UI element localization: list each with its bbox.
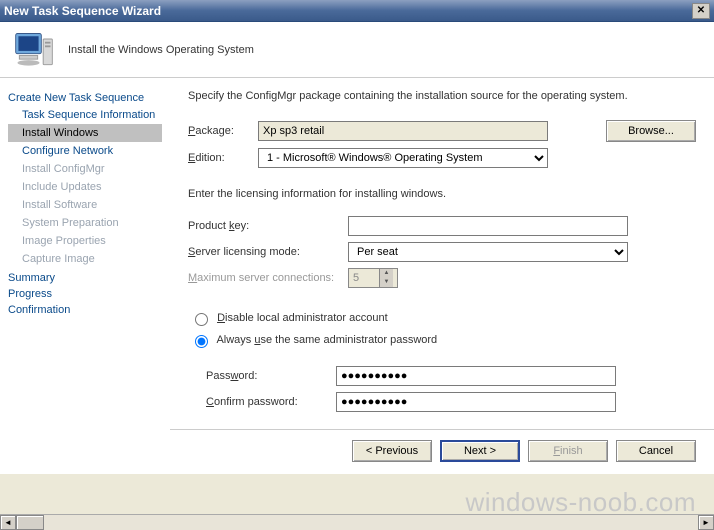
close-button[interactable]: ✕ bbox=[692, 3, 710, 19]
window-title: New Task Sequence Wizard bbox=[4, 4, 692, 18]
close-icon: ✕ bbox=[697, 5, 705, 16]
sidebar-step-install-software[interactable]: Install Software bbox=[8, 196, 162, 214]
sidebar-item-summary[interactable]: Summary bbox=[8, 272, 162, 284]
product-key-field[interactable] bbox=[348, 216, 628, 236]
wizard-sidebar: Create New Task Sequence Task Sequence I… bbox=[0, 78, 170, 474]
package-field[interactable] bbox=[258, 121, 548, 141]
password-field[interactable] bbox=[336, 366, 616, 386]
wizard-button-row: < Previous Next > Finish Cancel bbox=[170, 429, 714, 474]
max-server-connections-stepper: ▲ ▼ bbox=[348, 268, 398, 288]
scroll-left-arrow-icon[interactable]: ◄ bbox=[0, 515, 16, 530]
sidebar-item-confirmation[interactable]: Confirmation bbox=[8, 304, 162, 316]
disable-local-admin-radio[interactable] bbox=[195, 313, 208, 326]
title-bar: New Task Sequence Wizard ✕ bbox=[0, 0, 714, 22]
same-admin-password-label: Always use the same administrator passwo… bbox=[216, 334, 437, 346]
max-server-connections-label: Maximum server connections: bbox=[188, 272, 348, 284]
scroll-right-arrow-icon[interactable]: ► bbox=[698, 515, 714, 530]
instruction-text: Specify the ConfigMgr package containing… bbox=[188, 90, 696, 102]
sidebar-step-image-properties[interactable]: Image Properties bbox=[8, 232, 162, 250]
browse-button[interactable]: Browse... bbox=[606, 120, 696, 142]
scroll-thumb[interactable] bbox=[16, 515, 44, 530]
sidebar-step-install-configmgr[interactable]: Install ConfigMgr bbox=[8, 160, 162, 178]
finish-button: Finish bbox=[528, 440, 608, 462]
wizard-subtitle: Install the Windows Operating System bbox=[68, 44, 254, 56]
sidebar-group-title: Create New Task Sequence bbox=[8, 92, 162, 104]
edition-select[interactable]: 1 - Microsoft® Windows® Operating System bbox=[258, 148, 548, 168]
sidebar-step-install-windows[interactable]: Install Windows bbox=[8, 124, 162, 142]
sidebar-step-capture-image[interactable]: Capture Image bbox=[8, 250, 162, 268]
sidebar-step-task-sequence-information[interactable]: Task Sequence Information bbox=[8, 106, 162, 124]
server-licensing-mode-select[interactable]: Per seat bbox=[348, 242, 628, 262]
wizard-header: Install the Windows Operating System bbox=[0, 22, 714, 78]
confirm-password-field[interactable] bbox=[336, 392, 616, 412]
server-licensing-mode-label: Server licensing mode: bbox=[188, 246, 348, 258]
next-button[interactable]: Next > bbox=[440, 440, 520, 462]
max-server-connections-input bbox=[349, 269, 379, 287]
previous-button[interactable]: < Previous bbox=[352, 440, 432, 462]
wizard-content: Specify the ConfigMgr package containing… bbox=[170, 78, 714, 474]
sidebar-item-progress[interactable]: Progress bbox=[8, 288, 162, 300]
wizard-body: Create New Task Sequence Task Sequence I… bbox=[0, 78, 714, 474]
password-label: Password: bbox=[206, 370, 336, 382]
stepper-up-icon: ▲ bbox=[379, 269, 393, 278]
cancel-button[interactable]: Cancel bbox=[616, 440, 696, 462]
edition-label: Edition: bbox=[188, 152, 258, 164]
sidebar-step-include-updates[interactable]: Include Updates bbox=[8, 178, 162, 196]
same-admin-password-radio[interactable] bbox=[195, 335, 208, 348]
scroll-track[interactable] bbox=[16, 515, 698, 530]
package-label: Package: bbox=[188, 125, 258, 137]
stepper-down-icon: ▼ bbox=[379, 278, 393, 287]
computer-icon bbox=[12, 30, 56, 70]
horizontal-scrollbar[interactable]: ◄ ► bbox=[0, 514, 714, 530]
disable-local-admin-label: Disable local administrator account bbox=[217, 312, 388, 324]
sidebar-step-system-preparation[interactable]: System Preparation bbox=[8, 214, 162, 232]
confirm-password-label: Confirm password: bbox=[206, 396, 336, 408]
sidebar-step-configure-network[interactable]: Configure Network bbox=[8, 142, 162, 160]
licensing-instruction: Enter the licensing information for inst… bbox=[188, 188, 696, 200]
product-key-label: Product key: bbox=[188, 220, 348, 232]
